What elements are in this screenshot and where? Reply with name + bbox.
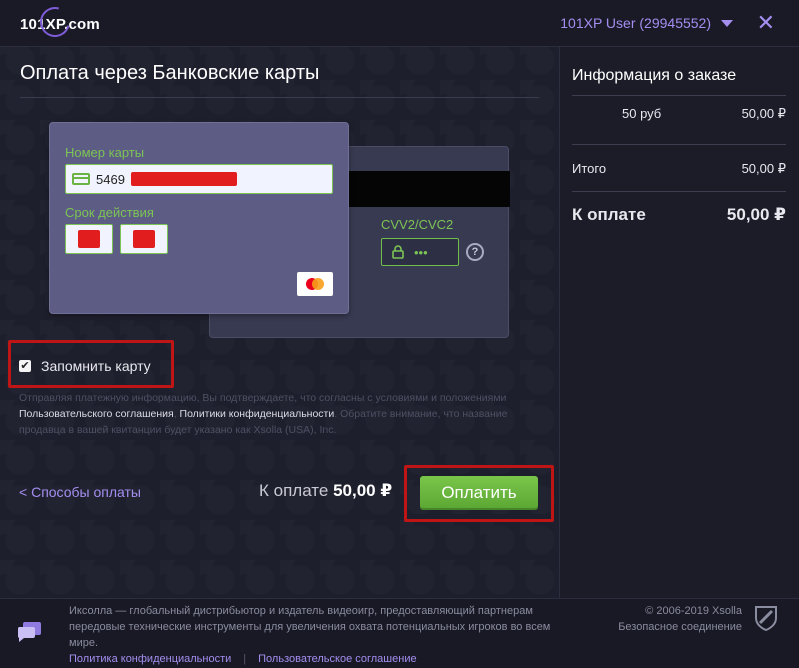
legal-text: Отправляя платежную информацию, Вы подтв… — [19, 392, 508, 436]
redaction-mark — [130, 172, 237, 186]
cvv-label: CVV2/CVC2 — [381, 217, 454, 232]
due-value: 50,00 ₽ — [726, 205, 786, 224]
redaction-mark — [133, 230, 155, 248]
order-sidebar: Информация о заказе 50 руб 50,00 ₽ Итого… — [559, 47, 799, 598]
footer-terms-link[interactable]: Пользовательское соглашение — [258, 653, 416, 665]
order-item-price: 50,00 ₽ — [741, 106, 786, 121]
total-label: К оплате — [259, 481, 329, 500]
header: 101XP.com 101XP User (29945552) ✕ — [0, 0, 799, 47]
subtotal-value: 50,00 ₽ — [741, 161, 786, 176]
page-title: Оплата через Банковские карты — [20, 62, 320, 84]
back-link-label: Способы оплаты — [31, 484, 141, 500]
footer-link-separator: | — [243, 653, 247, 665]
shield-icon — [755, 606, 777, 631]
expiry-month-input[interactable] — [65, 224, 113, 254]
chevron-left-icon: < — [19, 484, 28, 500]
total-value: 50,00 ₽ — [333, 481, 393, 500]
secure-connection-text: Безопасное соединение — [618, 621, 742, 633]
user-menu-label: 101XP User (29945552) — [560, 15, 711, 31]
footer-description: Иксолла — глобальный дистрибьютор и изда… — [69, 605, 551, 649]
card-front: Номер карты 5469 Срок действия — [49, 122, 349, 314]
subtotal-label: Итого — [572, 161, 607, 176]
copyright: © 2006-2019 Xsolla Безопасное соединение — [618, 603, 742, 635]
order-item-name: 50 руб — [622, 106, 662, 121]
lock-icon — [392, 245, 404, 259]
credit-card-icon — [72, 173, 90, 185]
cvv-input[interactable]: ••• — [381, 238, 459, 266]
copyright-text: © 2006-2019 Xsolla — [645, 605, 742, 617]
order-title: Информация о заказе — [572, 67, 737, 84]
help-icon[interactable]: ? — [466, 243, 484, 261]
card-number-input[interactable]: 5469 — [65, 164, 333, 194]
terms-link[interactable]: Пользовательского соглашения — [19, 408, 174, 420]
due-row: К оплате 50,00 ₽ — [572, 205, 786, 225]
total-amount: К оплате 50,00 ₽ — [259, 481, 392, 501]
subtotal-row: Итого 50,00 ₽ — [572, 161, 786, 176]
remember-card-label: Запомнить карту — [41, 358, 151, 374]
payment-window: 101XP.com 101XP User (29945552) ✕ Оплата… — [0, 0, 799, 668]
footer-privacy-link[interactable]: Политика конфиденциальности — [69, 653, 231, 665]
expiry-year-input[interactable] — [120, 224, 168, 254]
close-button[interactable]: ✕ — [757, 10, 775, 36]
pay-button[interactable]: Оплатить — [420, 476, 538, 510]
order-divider — [572, 95, 786, 96]
redaction-mark — [78, 230, 100, 248]
legal-part1: Отправляя платежную информацию, Вы подтв… — [19, 392, 507, 404]
logo-ring-icon — [34, 1, 76, 43]
expiry-label: Срок действия — [65, 205, 154, 220]
card-number-prefix: 5469 — [96, 171, 125, 187]
card-number-label: Номер карты — [65, 145, 145, 160]
cvv-mask: ••• — [414, 244, 428, 260]
mastercard-icon — [297, 272, 333, 296]
footer: Иксолла — глобальный дистрибьютор и изда… — [0, 598, 799, 668]
due-label: К оплате — [572, 205, 646, 224]
checkbox-checked-icon[interactable]: ✔ — [19, 360, 31, 372]
privacy-link[interactable]: Политики конфиденциальности — [180, 408, 335, 420]
back-to-methods-link[interactable]: < Способы оплаты — [19, 484, 141, 500]
order-divider — [572, 144, 786, 145]
order-divider — [572, 191, 786, 192]
chevron-down-icon — [721, 19, 733, 27]
title-divider — [20, 97, 539, 98]
logo: 101XP.com — [20, 1, 100, 43]
remember-card-checkbox[interactable]: ✔ Запомнить карту — [19, 358, 151, 374]
footer-links: Политика конфиденциальности | Пользовате… — [69, 653, 417, 665]
user-menu[interactable]: 101XP User (29945552) — [560, 15, 733, 31]
chat-icon — [18, 622, 41, 642]
